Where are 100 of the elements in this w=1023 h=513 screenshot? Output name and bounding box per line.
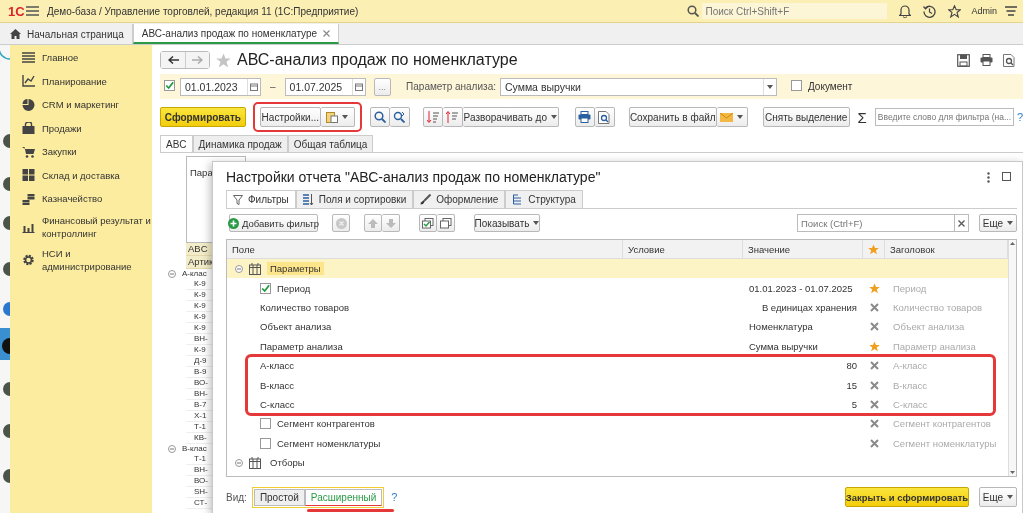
search-refresh-button[interactable] <box>389 107 410 127</box>
brush-icon <box>420 194 432 205</box>
help-link[interactable]: ? <box>1016 111 1023 123</box>
close-icon[interactable] <box>323 29 331 37</box>
sidebar-item[interactable]: Склад и доставка <box>10 163 152 187</box>
dialog-tab[interactable]: Фильтры <box>226 190 296 208</box>
favorite-star-icon[interactable] <box>216 52 231 68</box>
uncheck-all-button[interactable] <box>437 214 455 232</box>
calendar-icon[interactable] <box>250 82 258 91</box>
preview-icon[interactable] <box>1003 53 1015 67</box>
delete-button[interactable] <box>332 214 350 232</box>
user-name[interactable]: Admin <box>971 6 997 16</box>
table-row[interactable]: Отборы <box>227 452 1008 473</box>
cross-icon[interactable] <box>869 438 879 448</box>
variant-dropdown-button[interactable] <box>320 107 355 127</box>
show-dropdown-button[interactable]: Показывать <box>474 214 540 232</box>
close-icon[interactable] <box>958 219 965 227</box>
report-tab[interactable]: Динамика продаж <box>192 135 288 152</box>
open-tab[interactable]: АВС-анализ продаж по номенклатуре <box>132 24 340 44</box>
dialog-tab[interactable]: Поля и сортировки <box>295 190 414 208</box>
field-title: Объект анализа <box>892 321 966 333</box>
sort-button[interactable] <box>422 107 443 127</box>
checkbox[interactable] <box>260 437 271 449</box>
collapse-icon[interactable] <box>235 458 243 467</box>
sort-button[interactable] <box>442 107 463 127</box>
hamburger-menu-icon[interactable] <box>26 6 39 16</box>
save-to-file-button[interactable]: Сохранить в файл <box>628 107 717 127</box>
caret-icon <box>737 115 744 119</box>
cross-icon[interactable] <box>869 322 879 332</box>
dialog-tab[interactable]: Оформление <box>413 190 506 208</box>
history-icon[interactable] <box>923 4 937 18</box>
collapse-icon[interactable] <box>168 445 176 453</box>
chart-icon <box>22 75 35 88</box>
field-value[interactable]: 01.01.2023 - 01.07.2025 <box>749 282 853 294</box>
open-tab[interactable]: Начальная страница <box>2 24 133 44</box>
close-and-generate-button[interactable]: Закрыть и сформировать <box>845 487 969 507</box>
field-value[interactable]: 15 <box>846 379 857 391</box>
sidebar-item[interactable]: Главное <box>10 46 152 70</box>
move-down-button[interactable] <box>382 214 400 232</box>
star-icon[interactable] <box>948 4 962 18</box>
field-value[interactable]: В единицах хранения <box>761 301 857 313</box>
checkbox[interactable] <box>164 80 175 91</box>
more-options-icon[interactable] <box>987 171 990 183</box>
field-name: Период <box>277 282 311 294</box>
send-email-button[interactable] <box>716 107 748 127</box>
search-button[interactable] <box>369 107 390 127</box>
field-name: Объект анализа <box>260 321 332 333</box>
sidebar-item[interactable]: Закупки <box>10 140 152 164</box>
menu-icon[interactable] <box>1005 6 1017 16</box>
date-from-field[interactable]: 01.01.2023 <box>180 77 261 96</box>
generate-button[interactable]: Сформировать <box>160 107 246 127</box>
sidebar-item[interactable]: Казначейство <box>10 187 152 211</box>
view-option[interactable]: Расширенный <box>304 488 383 506</box>
report-tab[interactable]: ABC <box>160 135 193 152</box>
dialog-tab[interactable]: Структура <box>505 190 583 208</box>
back-button[interactable] <box>161 52 185 68</box>
view-option[interactable]: Простой <box>253 488 305 506</box>
cross-icon[interactable] <box>869 419 879 429</box>
collapse-icon[interactable] <box>235 264 243 273</box>
calendar-icon[interactable] <box>354 82 363 91</box>
cross-icon[interactable] <box>869 399 879 409</box>
table-row[interactable]: Параметры <box>227 259 1008 279</box>
caret-icon <box>1010 471 1015 474</box>
clear-selection-button[interactable]: Снять выделение <box>762 107 850 127</box>
date-to-field[interactable]: 01.07.2025 <box>284 77 366 96</box>
cross-icon[interactable] <box>869 302 879 312</box>
checkbox-label: Документ <box>807 81 853 92</box>
sidebar-item[interactable]: Продажи <box>10 116 152 140</box>
move-up-button[interactable] <box>364 214 382 232</box>
collapse-icon[interactable] <box>168 270 176 278</box>
more-button[interactable]: ... <box>373 77 392 96</box>
checkbox[interactable] <box>790 80 802 91</box>
report-tab[interactable]: Общая таблица <box>287 135 374 152</box>
sidebar-item[interactable]: CRM и маркетинг <box>10 93 152 117</box>
sum-button[interactable]: Σ <box>857 108 867 126</box>
maximize-icon[interactable] <box>1002 171 1011 181</box>
search-field[interactable]: Поиск Ctrl+Shift+F <box>702 3 888 19</box>
sidebar-item[interactable]: НСИ и администрирование <box>10 243 152 277</box>
settings-button[interactable]: Настройки... <box>259 107 321 127</box>
more-button[interactable]: Еще <box>979 487 1017 507</box>
bell-icon[interactable] <box>899 4 912 18</box>
analysis-param-select[interactable]: Сумма выручки <box>499 77 777 96</box>
check-all-button[interactable] <box>419 214 437 232</box>
print-icon[interactable] <box>980 53 993 66</box>
scrollbar[interactable] <box>1008 240 1016 476</box>
field-value[interactable]: Номенклатура <box>749 321 813 333</box>
save-icon[interactable] <box>957 53 970 67</box>
cross-icon[interactable] <box>869 380 879 390</box>
filter-field[interactable]: Введите слово для фильтра (на... <box>874 108 1014 126</box>
cross-icon[interactable] <box>869 361 879 371</box>
search-field[interactable]: Поиск (Ctrl+F) <box>797 214 955 232</box>
add-filter-button[interactable]: Добавить фильтр <box>229 214 318 232</box>
sidebar-item[interactable]: Планирование <box>10 69 152 93</box>
more-button[interactable]: Еще <box>979 214 1017 232</box>
checkbox[interactable] <box>260 282 271 294</box>
field-value[interactable]: 5 <box>851 398 857 410</box>
sidebar-item[interactable]: Финансовый результат и контроллинг <box>10 210 152 244</box>
expand-dropdown-button[interactable]: Разворачивать до <box>462 107 559 127</box>
checkbox[interactable] <box>260 418 271 430</box>
group-label: Параметры <box>267 262 324 276</box>
